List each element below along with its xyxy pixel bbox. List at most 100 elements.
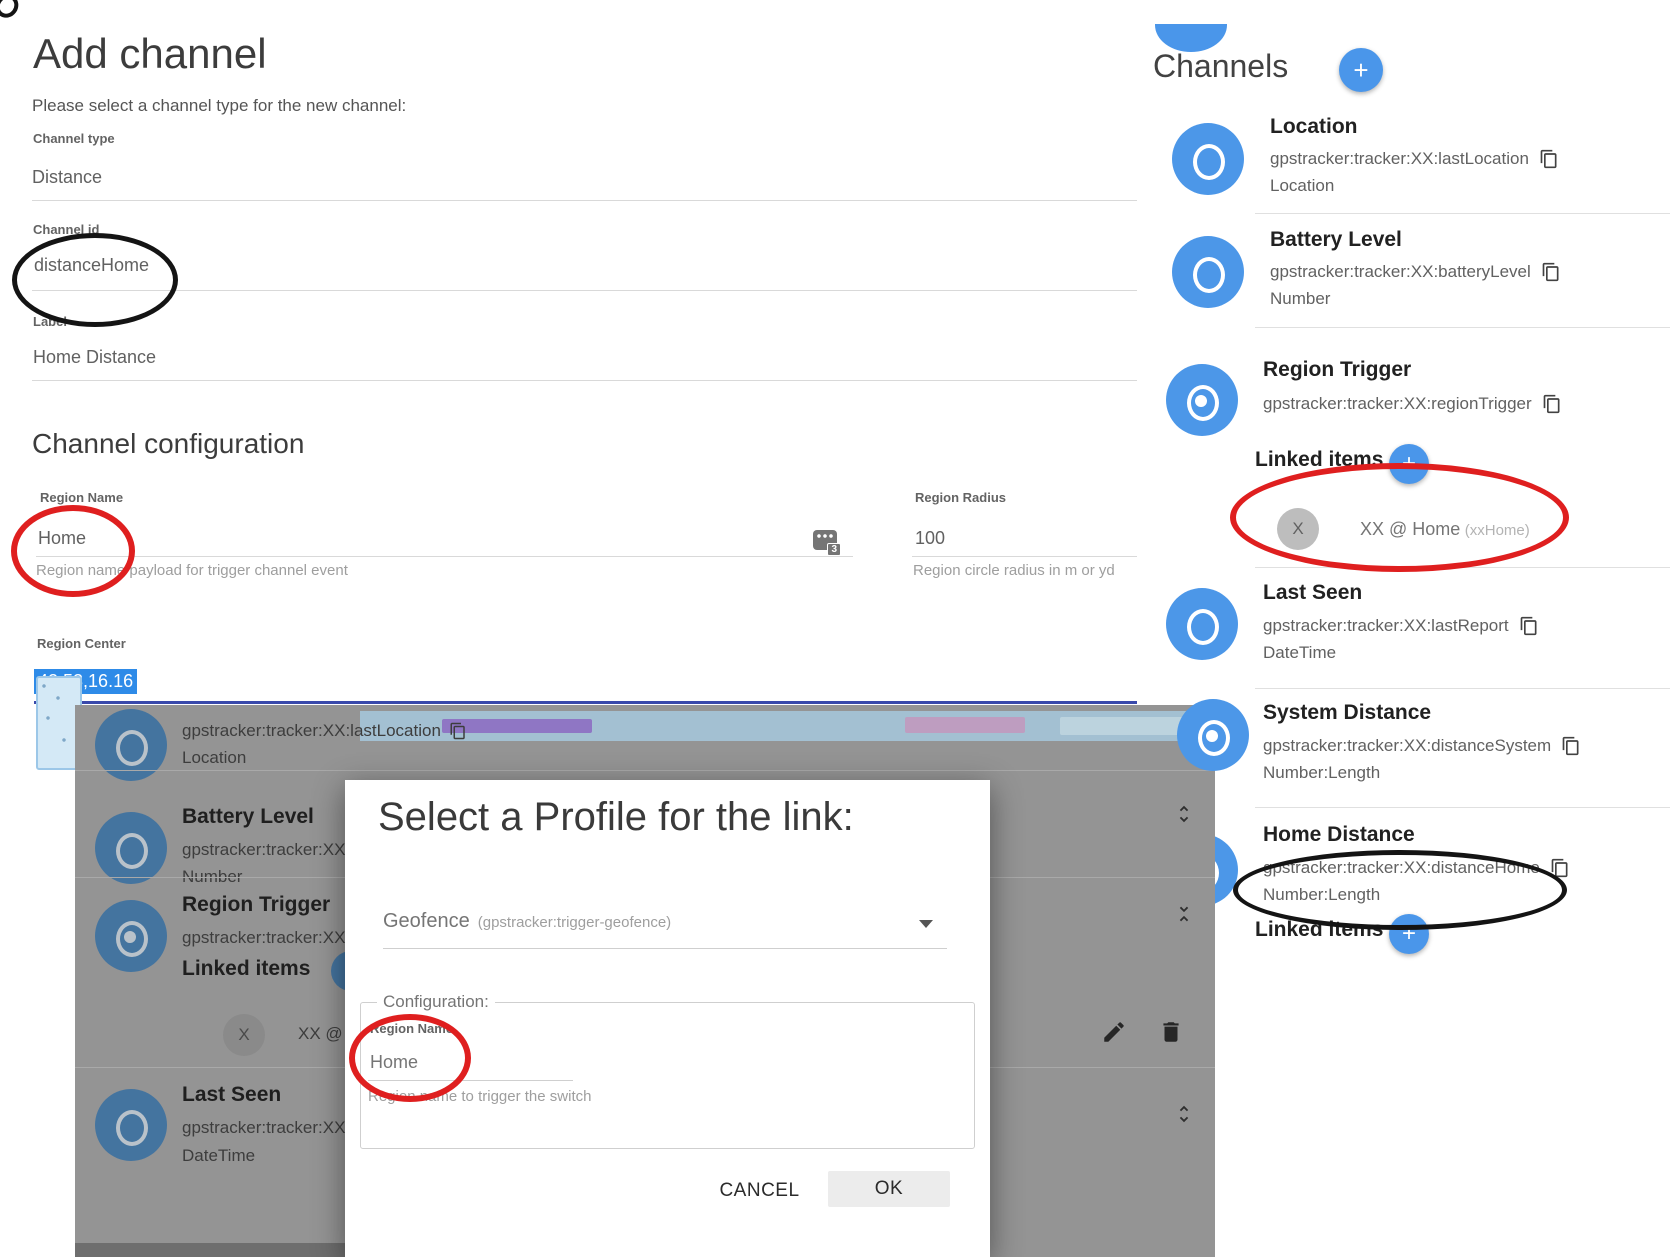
profile-select-uid: (gpstracker:trigger-geofence) (478, 914, 671, 931)
label-input[interactable]: Home Distance (33, 347, 156, 368)
region-name-underline (36, 556, 853, 557)
channel-icon (1166, 588, 1238, 660)
profile-select-value: Geofence (383, 910, 470, 933)
region-name-label: Region Name (40, 490, 123, 505)
linked-item[interactable]: XX @ Home (xxHome) (1360, 519, 1530, 540)
label-label: Label (33, 314, 67, 329)
channel-id-underline (32, 290, 1137, 291)
map-strip (360, 711, 1215, 741)
channel-id-label: Channel id (33, 222, 99, 237)
channel-type: Location (1270, 176, 1334, 196)
channel-icon (1177, 699, 1249, 771)
channel-type-underline (32, 200, 1137, 201)
channel-icon (1172, 236, 1244, 308)
copy-icon[interactable] (1539, 149, 1559, 169)
map-label-blob (905, 717, 1025, 733)
dim-channel-type: Location (182, 748, 246, 768)
channel-title: Battery Level (1270, 228, 1402, 252)
cancel-button[interactable]: CANCEL (712, 1173, 807, 1209)
linked-items-label: Linked items (1255, 918, 1383, 942)
unfold-more-icon[interactable] (1173, 1101, 1195, 1127)
region-name-input[interactable]: Home (38, 528, 86, 549)
copy-icon[interactable] (1550, 858, 1570, 878)
channel-title: Location (1270, 115, 1358, 139)
page-title: Add channel (33, 30, 267, 78)
channel-icon (95, 1089, 167, 1161)
keypad-dots-icon (817, 534, 833, 538)
dim-channel-title: Battery Level (182, 805, 314, 829)
channel-type-label: Channel type (33, 131, 115, 146)
linked-item-avatar: X (1277, 508, 1319, 550)
channel-uid: gpstracker:tracker:XX:batteryLevel (1270, 262, 1561, 282)
region-center-label: Region Center (37, 636, 126, 651)
dim-linked-item-avatar: X (223, 1014, 265, 1056)
annotation-red-ellipse-region-name (11, 505, 135, 597)
dropdown-caret-icon[interactable] (919, 920, 933, 928)
region-radius-input[interactable]: 100 (915, 528, 945, 549)
channel-uid: gpstracker:tracker:XX:lastLocation (1270, 149, 1559, 169)
divider (75, 770, 1215, 771)
region-name-help: Region name payload for trigger channel … (36, 562, 348, 579)
dim-channel-type: DateTime (182, 1146, 255, 1166)
channel-uid: gpstracker:tracker:XX:distanceSystem (1263, 736, 1581, 756)
dim-linked-items-label: Linked items (182, 957, 310, 981)
channel-icon (95, 812, 167, 884)
screen: Add channel Please select a channel type… (0, 0, 1670, 1257)
channel-icon (95, 900, 167, 972)
unfold-less-icon[interactable] (1173, 901, 1195, 927)
keypad-badge: 3 (827, 543, 841, 556)
divider (1255, 327, 1670, 328)
configuration-legend: Configuration: (377, 992, 495, 1012)
annotation-black-ellipse-channel-id (12, 233, 178, 327)
channel-uid: gpstracker:tracker:XX:lastReport (1263, 616, 1539, 636)
copy-icon[interactable] (1542, 394, 1562, 414)
delete-icon[interactable] (1158, 1019, 1184, 1045)
channel-icon (1172, 123, 1244, 195)
unfold-more-icon[interactable] (1173, 801, 1195, 827)
channel-icon (1166, 364, 1238, 436)
dialog-title: Select a Profile for the link: (378, 795, 854, 840)
region-radius-underline (912, 556, 1137, 557)
channel-uid: gpstracker:tracker:XX:distanceHome (1263, 858, 1570, 878)
channels-heading: Channels (1153, 48, 1288, 85)
label-underline (32, 380, 1137, 381)
add-channel-button[interactable]: + (1339, 48, 1383, 92)
divider (1255, 213, 1670, 214)
dim-channel-uid: gpstracker:tracker:XX:lastLocation (182, 721, 467, 741)
channel-uid: gpstracker:tracker:XX:regionTrigger (1263, 394, 1562, 414)
modal-region-name-input[interactable]: Home (370, 1052, 418, 1073)
dim-channel-title: Last Seen (182, 1083, 281, 1107)
keypad-icon[interactable]: 3 (813, 530, 837, 550)
add-link-button[interactable]: + (1389, 444, 1429, 484)
add-link-button[interactable]: + (1389, 914, 1429, 954)
copy-icon[interactable] (449, 722, 467, 740)
copy-icon[interactable] (1541, 262, 1561, 282)
channel-title: Home Distance (1263, 823, 1415, 847)
divider (1255, 688, 1670, 689)
region-center-focus-underline (34, 701, 1137, 704)
edit-icon[interactable] (1101, 1019, 1127, 1045)
map-label-blob (1060, 717, 1190, 735)
channel-id-input[interactable]: distanceHome (34, 255, 149, 276)
profile-select-underline (383, 948, 947, 949)
modal-region-name-help: Region name to trigger the switch (368, 1088, 591, 1105)
profile-select[interactable]: Geofence (gpstracker:trigger-geofence) (383, 910, 671, 933)
channel-type-value[interactable]: Distance (32, 167, 102, 188)
config-section-title: Channel configuration (32, 428, 304, 460)
channel-title: Last Seen (1263, 581, 1362, 605)
dim-channel-title: Region Trigger (182, 893, 330, 917)
linked-item-name: XX @ Home (1360, 519, 1460, 539)
modal-region-name-underline (368, 1080, 573, 1081)
divider (1255, 807, 1670, 808)
linked-item-suffix: (xxHome) (1465, 522, 1530, 539)
ok-button[interactable]: OK (828, 1171, 950, 1207)
region-radius-label: Region Radius (915, 490, 1006, 505)
channel-type: Number:Length (1263, 885, 1380, 905)
form-subtitle: Please select a channel type for the new… (32, 96, 406, 116)
copy-icon[interactable] (1519, 616, 1539, 636)
copy-icon[interactable] (1561, 736, 1581, 756)
linked-items-label: Linked items (1255, 448, 1383, 472)
channel-title: Region Trigger (1263, 358, 1411, 382)
channel-type: Number (1270, 289, 1330, 309)
annotation-corner-mark (0, 0, 23, 22)
